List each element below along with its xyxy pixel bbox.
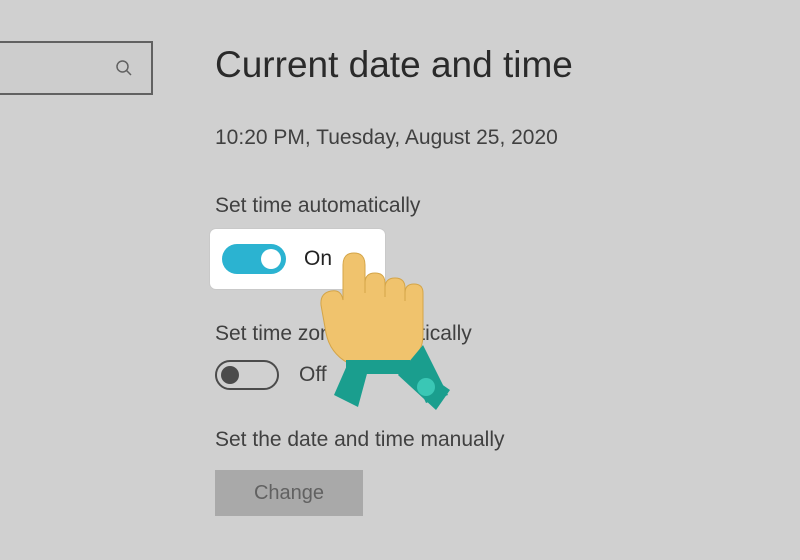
change-button[interactable]: Change [215, 470, 363, 516]
search-icon [115, 59, 133, 77]
toggle-knob [221, 366, 239, 384]
search-box[interactable] [0, 41, 153, 95]
highlight-toggle-on[interactable] [222, 244, 286, 274]
highlight-auto-time-toggle: On [210, 229, 385, 289]
section-heading-current-datetime: Current date and time [215, 44, 775, 86]
set-timezone-auto-row: Off [215, 360, 775, 390]
set-time-auto-label: Set time automatically [215, 194, 775, 218]
highlight-toggle-state: On [304, 247, 332, 271]
set-timezone-auto-state: Off [299, 363, 327, 387]
set-datetime-manually-label: Set the date and time manually [215, 428, 775, 452]
set-timezone-auto-toggle[interactable] [215, 360, 279, 390]
toggle-knob [261, 249, 281, 269]
current-datetime-value: 10:20 PM, Tuesday, August 25, 2020 [215, 126, 775, 150]
set-timezone-auto-label: Set time zone automatically [215, 322, 775, 346]
